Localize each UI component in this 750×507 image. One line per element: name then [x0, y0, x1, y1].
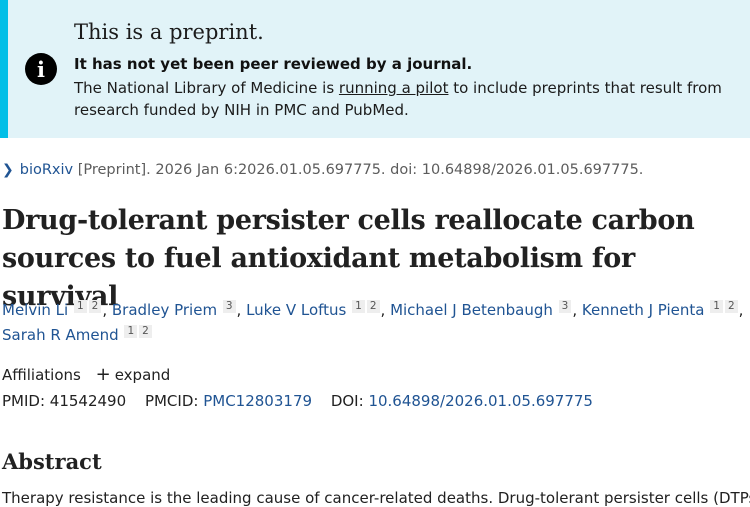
- expand-label: expand: [114, 366, 171, 384]
- chevron-right-icon[interactable]: ❯: [2, 162, 14, 178]
- pmid-label: PMID:: [2, 392, 46, 410]
- journal-link[interactable]: bioRxiv: [20, 162, 73, 178]
- author-separator: ,: [236, 301, 247, 319]
- author-link[interactable]: Kenneth J Pienta: [582, 301, 705, 319]
- identifiers-row: PMID: 41542490 PMCID: PMC12803179 DOI: 1…: [2, 392, 593, 410]
- notice-body: The National Library of Medicine is runn…: [74, 77, 744, 121]
- citation-line: ❯ bioRxiv [Preprint]. 2026 Jan 6:2026.01.…: [2, 162, 643, 178]
- pmcid-label: PMCID:: [144, 392, 199, 410]
- affiliation-ref[interactable]: 1: [124, 325, 138, 338]
- author-separator: ,: [380, 301, 391, 319]
- citation-details: [Preprint]. 2026 Jan 6:2026.01.05.697775…: [73, 162, 644, 178]
- author-link[interactable]: Michael J Betenbaugh: [390, 301, 553, 319]
- author-separator: ,: [572, 301, 582, 319]
- affiliation-ref[interactable]: 2: [139, 325, 152, 338]
- notice-subtitle: It has not yet been peer reviewed by a j…: [74, 55, 473, 73]
- notice-body-text: The National Library of Medicine is: [74, 79, 339, 97]
- plus-icon: +: [95, 364, 111, 385]
- author-link[interactable]: Bradley Priem: [112, 301, 217, 319]
- affiliation-ref[interactable]: 2: [366, 300, 380, 313]
- pmid-value: 41542490: [49, 392, 127, 410]
- affiliations-expand-button[interactable]: + expand: [95, 364, 171, 385]
- pmcid-link[interactable]: PMC12803179: [203, 392, 312, 410]
- affiliation-ref[interactable]: 2: [88, 300, 102, 313]
- preprint-notice: i This is a preprint. It has not yet bee…: [0, 0, 750, 138]
- abstract-text: Therapy resistance is the leading cause …: [2, 489, 750, 507]
- author-link[interactable]: Melvin Li: [2, 301, 68, 319]
- author-separator: ,: [102, 301, 112, 319]
- doi-label: DOI:: [330, 392, 364, 410]
- notice-title: This is a preprint.: [74, 20, 264, 44]
- author-link[interactable]: Sarah R Amend: [2, 326, 119, 344]
- author-list: Melvin Li 12, Bradley Priem 3, Luke V Lo…: [2, 298, 747, 348]
- affiliations-label: Affiliations: [2, 366, 81, 384]
- author-separator: ,: [738, 301, 744, 319]
- affiliation-ref[interactable]: 3: [222, 300, 236, 313]
- abstract-heading: Abstract: [2, 449, 102, 474]
- affiliation-ref[interactable]: 1: [710, 300, 723, 313]
- doi-link[interactable]: 10.64898/2026.01.05.697775: [368, 392, 593, 410]
- info-icon: i: [25, 53, 57, 85]
- author-link[interactable]: Luke V Loftus: [246, 301, 346, 319]
- affiliation-ref[interactable]: 3: [558, 300, 572, 313]
- affiliations-row: Affiliations + expand: [2, 364, 170, 385]
- affiliation-ref[interactable]: 1: [73, 300, 87, 313]
- affiliation-ref[interactable]: 1: [352, 300, 365, 313]
- affiliation-ref[interactable]: 2: [724, 300, 738, 313]
- running-a-pilot-link[interactable]: running a pilot: [339, 79, 449, 97]
